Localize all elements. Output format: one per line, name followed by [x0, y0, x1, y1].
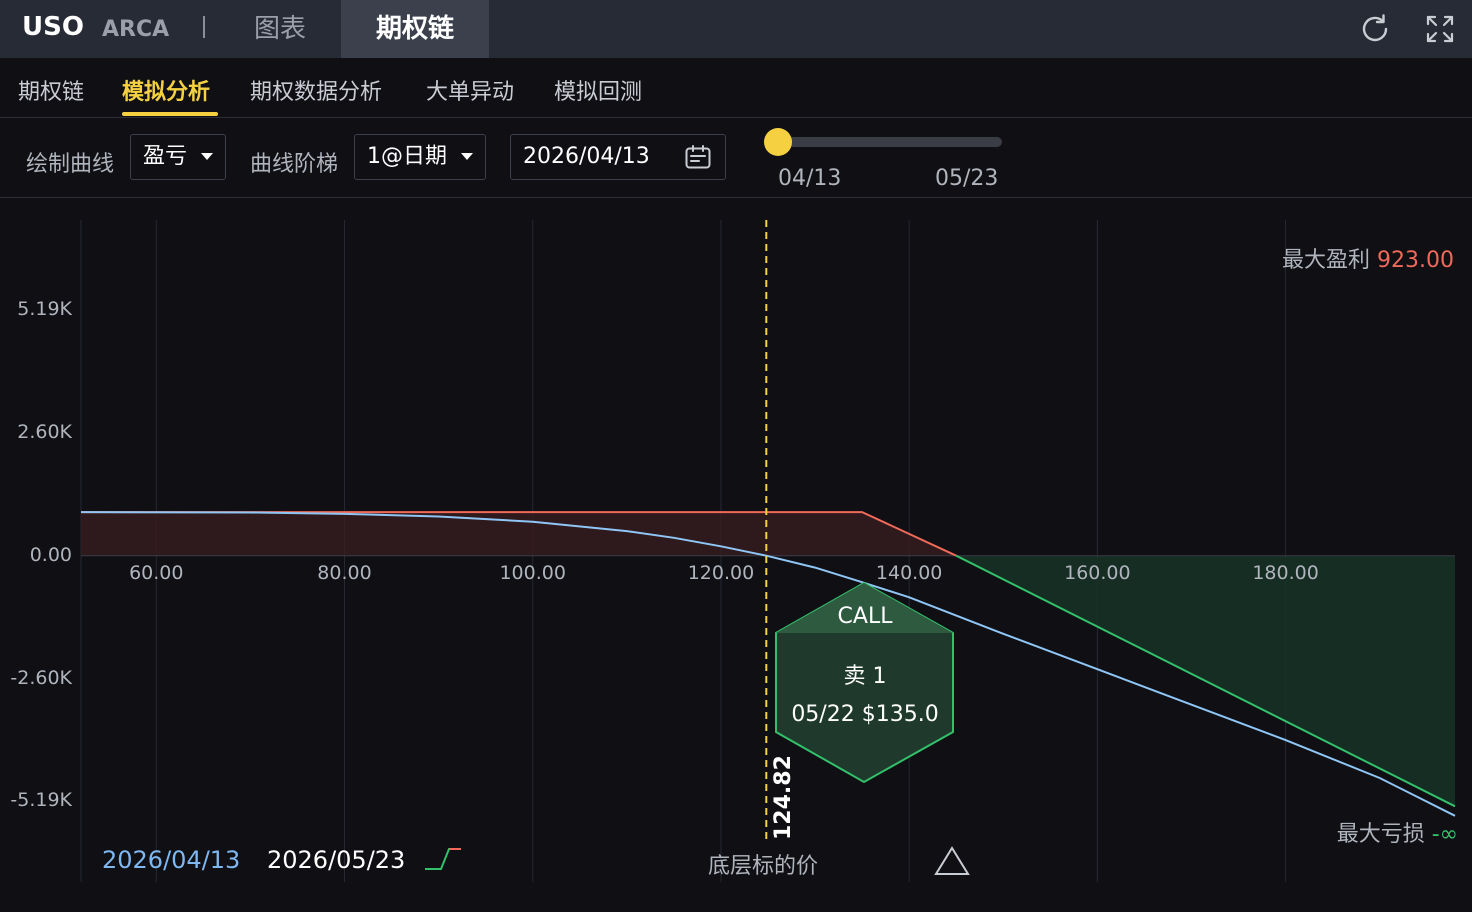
- max-profit: 最大盈利 923.00: [1282, 242, 1454, 274]
- current-price-label: 124.82: [771, 755, 796, 840]
- calendar-icon[interactable]: [685, 145, 711, 169]
- date-field[interactable]: 2026/04/13: [510, 134, 726, 180]
- triangle-icon[interactable]: [934, 846, 970, 876]
- x-tick-label: 120.00: [687, 562, 755, 584]
- chevron-down-icon: [461, 153, 473, 160]
- x-tick-label: 160.00: [1064, 562, 1131, 584]
- top-bar: USO ARCA 图表 期权链: [0, 0, 1472, 58]
- x-tick-label: 60.00: [129, 562, 184, 584]
- exchange-label: ARCA: [102, 17, 170, 42]
- y-tick-label: -5.19K: [10, 789, 72, 812]
- max-profit-value: 923.00: [1377, 248, 1454, 273]
- x-tick-label: 180.00: [1252, 562, 1319, 584]
- y-tick-label: 5.19K: [17, 298, 72, 321]
- controls-bar: 绘制曲线 盈亏 曲线阶梯 1@日期 2026/04/13 04/13 05/23: [0, 118, 1472, 198]
- y-tick-label: 0.00: [29, 543, 72, 566]
- fullscreen-icon[interactable]: [1424, 13, 1456, 45]
- underlying-price-label: 底层标的价: [708, 854, 819, 879]
- subtab-option-data-analysis[interactable]: 期权数据分析: [250, 74, 382, 106]
- legend-expiry-date[interactable]: 2026/05/23: [267, 846, 405, 874]
- subtab-option-chain[interactable]: 期权链: [18, 74, 84, 106]
- y-tick-label: 2.60K: [17, 420, 72, 443]
- profit-area: [81, 512, 957, 556]
- legend-today-date[interactable]: 2026/04/13: [102, 846, 240, 874]
- refresh-icon[interactable]: [1358, 12, 1392, 46]
- date-slider-thumb[interactable]: [764, 128, 792, 156]
- max-profit-label: 最大盈利: [1282, 248, 1371, 273]
- position-action: 卖 1: [843, 664, 887, 689]
- curve-select-value: 盈亏: [143, 144, 188, 169]
- ticker-symbol: USO: [22, 12, 84, 42]
- subtab-large-orders[interactable]: 大单异动: [426, 74, 514, 106]
- chevron-down-icon: [201, 153, 213, 160]
- subtab-simulation[interactable]: 模拟分析: [122, 74, 210, 106]
- divider: [203, 16, 205, 38]
- date-value: 2026/04/13: [523, 144, 650, 169]
- max-loss-label: 最大亏损: [1336, 822, 1425, 847]
- x-tick-label: 80.00: [317, 562, 372, 584]
- tab-option-chain[interactable]: 期权链: [341, 0, 489, 58]
- max-loss-value: -∞: [1431, 822, 1458, 847]
- step-select-value: 1@日期: [367, 144, 447, 169]
- step-label: 曲线阶梯: [250, 152, 339, 177]
- x-tick-label: 140.00: [875, 562, 943, 584]
- slider-start-label: 04/13: [778, 166, 842, 191]
- subtab-backtest[interactable]: 模拟回测: [554, 74, 642, 106]
- max-loss: 最大亏损 -∞: [1337, 816, 1458, 848]
- position-detail: 05/22 $135.0: [791, 702, 939, 727]
- curve-select[interactable]: 盈亏: [130, 134, 226, 180]
- position-type: CALL: [837, 604, 893, 629]
- slider-end-label: 05/23: [935, 166, 999, 191]
- pnl-curve-icon[interactable]: [423, 846, 463, 872]
- tab-chart[interactable]: 图表: [220, 0, 340, 58]
- curve-label: 绘制曲线: [26, 152, 115, 177]
- pnl-chart[interactable]: [0, 200, 1472, 912]
- sub-navigation: 期权链 模拟分析 期权数据分析 大单异动 模拟回测: [0, 58, 1472, 118]
- active-tab-indicator: [122, 112, 218, 116]
- date-slider-track[interactable]: [778, 137, 1002, 147]
- y-tick-label: -2.60K: [10, 666, 72, 689]
- x-tick-label: 100.00: [499, 562, 566, 584]
- step-select[interactable]: 1@日期: [354, 134, 486, 180]
